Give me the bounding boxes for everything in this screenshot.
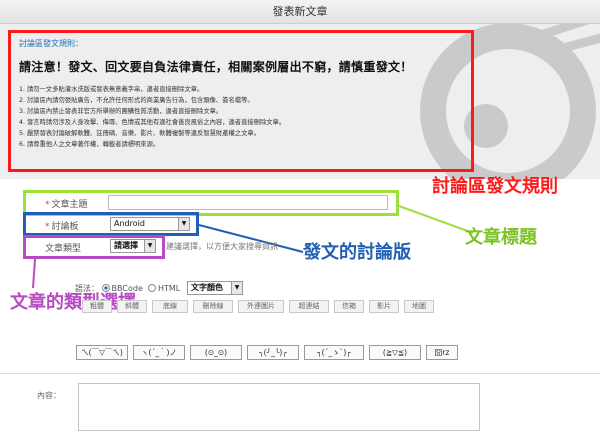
rules-list: 1. 請勿一文多貼灌水洗版或發表無意義字串，違者直接刪除文章。 2. 討論區內請… xyxy=(19,84,463,150)
emoticon-button[interactable]: 囧rz xyxy=(426,345,458,360)
rules-item: 4. 發言時請勿涉及人身攻擊、侮辱、色情或其他有違社會善良風俗之內容，違者直接刪… xyxy=(19,119,286,126)
bold-button[interactable]: 粗體 xyxy=(82,300,112,313)
rules-title: 討論區發文規則： xyxy=(19,39,83,48)
hyperlink-button[interactable]: 超連結 xyxy=(289,300,329,313)
font-color-value: 文字顏色 xyxy=(191,283,223,292)
type-hint: 建議選擇，以方便大家搜尋資訊 xyxy=(166,242,278,251)
html-label: HTML xyxy=(157,284,181,293)
rules-item: 1. 請勿一文多貼灌水洗版或發表無意義字串，違者直接刪除文章。 xyxy=(19,86,204,93)
syntax-label: 語法： xyxy=(75,284,99,293)
divider xyxy=(0,373,600,374)
emoticon-button[interactable]: (⊙_⊙) xyxy=(190,345,242,360)
subject-row: * 文章主題 xyxy=(45,197,88,210)
italic-button[interactable]: 斜體 xyxy=(117,300,147,313)
rules-item: 5. 嚴禁發表討論破解軟體、註冊碼、音樂、影片、軟體複製等違反智慧財產權之文章。 xyxy=(19,130,260,137)
required-mark: * xyxy=(45,200,50,210)
content-textarea[interactable] xyxy=(78,383,480,431)
strikethrough-button[interactable]: 刪除線 xyxy=(193,300,233,313)
rules-highlight-box: 討論區發文規則： 請注意！發文、回文要自負法律責任，相關案例層出不窮，請慎重發文… xyxy=(8,30,474,172)
chevron-down-icon: ▼ xyxy=(231,282,242,294)
html-radio[interactable] xyxy=(147,284,156,292)
type-row: 文章類型 xyxy=(45,241,81,254)
map-button[interactable]: 地圖 xyxy=(404,300,434,313)
font-color-select[interactable]: 文字顏色 ▼ xyxy=(187,281,243,295)
image-link-button[interactable]: 外連圖片 xyxy=(238,300,284,313)
emoticon-button[interactable]: ╮(╯_╰)╭ xyxy=(247,345,299,360)
rules-item: 6. 請尊重他人之文章著作權，轉載者請標明來源。 xyxy=(19,141,160,148)
rules-warning: 請注意！發文、回文要自負法律責任，相關案例層出不窮，請慎重發文！ xyxy=(19,60,413,74)
bbcode-radio[interactable] xyxy=(101,284,110,292)
type-label: 文章類型 xyxy=(45,244,82,254)
chevron-down-icon: ▼ xyxy=(178,218,189,230)
required-mark: * xyxy=(45,222,50,232)
board-annotation-label: 發文的討論版 xyxy=(303,242,411,263)
board-select[interactable]: Android ▼ xyxy=(110,217,190,231)
type-select-value: 請選擇 xyxy=(114,241,138,250)
bbcode-label: BBCode xyxy=(111,284,143,293)
chevron-down-icon: ▼ xyxy=(144,240,155,252)
syntax-row: 語法： BBCode HTML xyxy=(75,283,180,294)
emoticon-button[interactable]: ┐(´_ゝ`)┌ xyxy=(304,345,364,360)
board-row: * 討論板 xyxy=(45,219,79,232)
email-button[interactable]: 信箱 xyxy=(334,300,364,313)
rules-annotation-label: 討論區發文規則 xyxy=(432,176,558,197)
video-button[interactable]: 影片 xyxy=(369,300,399,313)
rules-panel: 討論區發文規則： 請注意！發文、回文要自負法律責任，相關案例層出不窮，請慎重發文… xyxy=(0,24,600,179)
rules-item: 3. 討論區內禁止發表非官方所舉辦的團購性質活動，違者直接刪除文章。 xyxy=(19,108,223,115)
emoticon-button[interactable]: ㄟ(￣▽￣ㄟ) xyxy=(76,345,128,360)
type-select[interactable]: 請選擇 ▼ xyxy=(110,239,156,253)
content-label: 內容： xyxy=(37,391,61,400)
underline-button[interactable]: 底線 xyxy=(152,300,188,313)
board-label: 討論板 xyxy=(51,222,79,232)
subject-annotation-label: 文章標題 xyxy=(465,227,537,248)
board-select-value: Android xyxy=(114,219,145,228)
subject-input[interactable] xyxy=(108,195,388,210)
window-title: 發表新文章 xyxy=(0,0,600,24)
subject-label: 文章主題 xyxy=(51,200,88,210)
emoticon-button[interactable]: (≧▽≦) xyxy=(369,345,421,360)
rules-item: 2. 討論區內請勿張貼廣告，不允許任何形式的商業廣告行為，包含頭像、簽名檔等。 xyxy=(19,97,254,104)
emoticon-button[interactable]: ヽ(´_｀)ノ xyxy=(133,345,185,360)
